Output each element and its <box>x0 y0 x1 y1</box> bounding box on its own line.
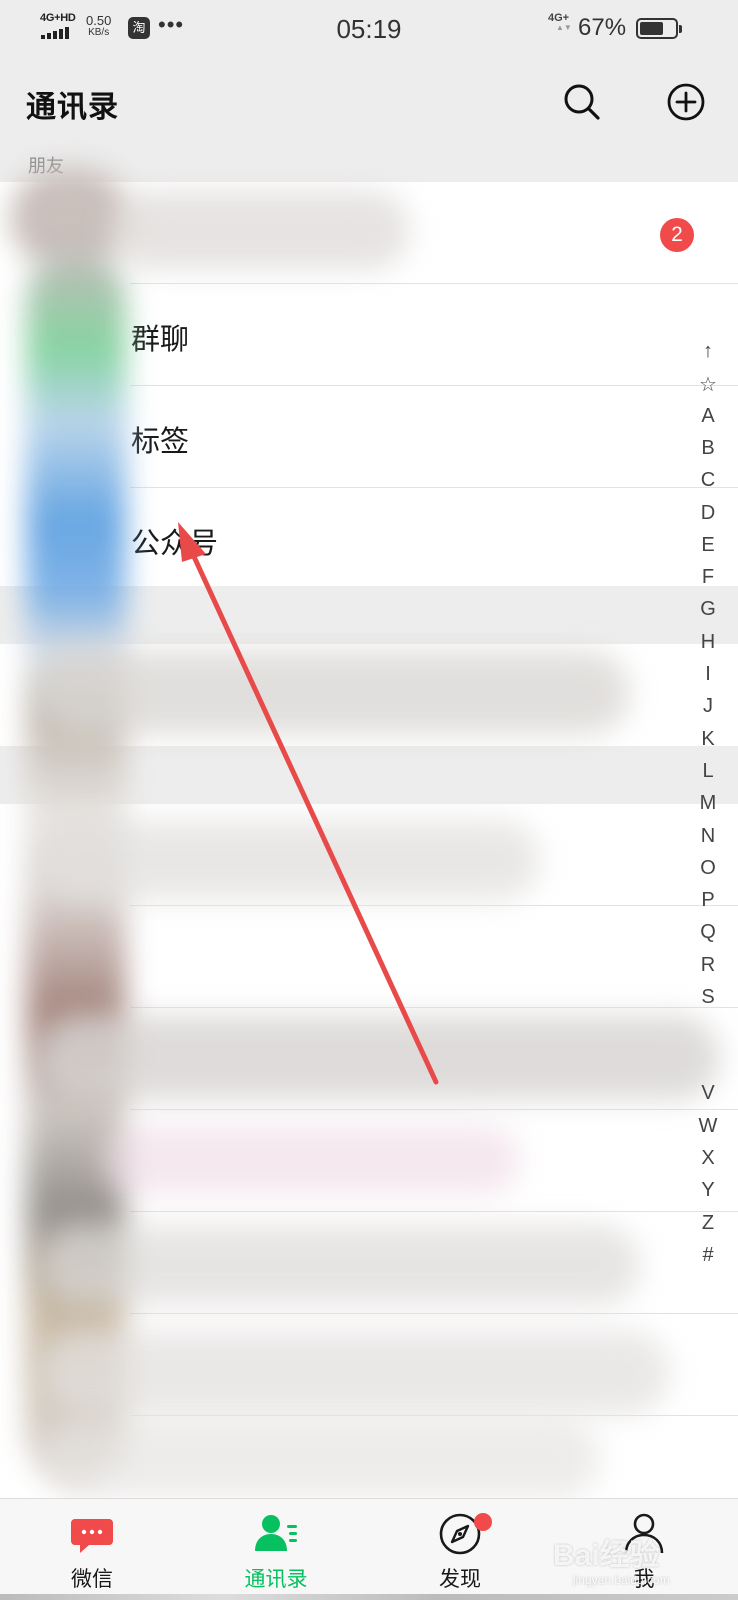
alphabet-index-letter[interactable]: V <box>688 1082 728 1112</box>
tab-label: 我 <box>633 1567 655 1591</box>
tags-label: 标签 <box>131 424 190 458</box>
contact-row[interactable] <box>0 1008 738 1110</box>
alphabet-index-letter[interactable]: A <box>688 405 728 435</box>
group-chats-label: 群聊 <box>131 322 190 356</box>
contact-row[interactable] <box>0 1212 738 1314</box>
bottom-edge <box>0 1594 738 1600</box>
alphabet-index-letter[interactable]: O <box>688 857 728 887</box>
search-button[interactable] <box>560 80 604 124</box>
contact-row[interactable] <box>0 906 738 1008</box>
alphabet-index-letter[interactable]: B <box>688 437 728 467</box>
alphabet-index-letter[interactable]: Z <box>688 1212 728 1242</box>
alphabet-index-letter[interactable]: G <box>688 598 728 628</box>
alphabet-index-letter[interactable]: W <box>688 1115 728 1145</box>
new-friends-row[interactable] <box>0 182 738 284</box>
alphabet-index-letter[interactable]: M <box>688 792 728 822</box>
chat-bubble-icon <box>71 1519 113 1553</box>
alphabet-index-letter[interactable]: Q <box>688 921 728 951</box>
alphabet-index-letter[interactable]: C <box>688 469 728 499</box>
tab-contacts[interactable]: 通讯录 <box>184 1499 368 1600</box>
list-section-gap <box>0 586 738 644</box>
alphabet-index-letter[interactable]: S <box>688 986 728 1016</box>
contact-row[interactable] <box>0 804 738 906</box>
contact-row[interactable] <box>0 1314 738 1416</box>
alphabet-index-letter[interactable]: X <box>688 1147 728 1177</box>
alphabet-index-letter[interactable]: K <box>688 728 728 758</box>
list-section-gap <box>0 746 738 804</box>
page-title: 通讯录 <box>26 90 119 125</box>
new-friends-badge: 2 <box>660 218 694 252</box>
contact-row[interactable] <box>0 644 738 746</box>
bottom-tab-bar: 微信 通讯录 发现 我 <box>0 1498 738 1600</box>
tags-row[interactable]: 标签 <box>0 386 738 488</box>
contact-row[interactable] <box>0 1110 738 1212</box>
alphabet-index-letter[interactable]: R <box>688 954 728 984</box>
tab-discover[interactable]: 发现 <box>368 1499 552 1600</box>
top-nav-bar: 通讯录 <box>0 58 738 148</box>
add-circle-icon <box>667 83 705 121</box>
alphabet-index-letter[interactable]: F <box>688 566 728 596</box>
alphabet-index-letter[interactable]: H <box>688 631 728 661</box>
alphabet-index-letter[interactable]: D <box>688 502 728 532</box>
group-chats-row[interactable]: 群聊 <box>0 284 738 386</box>
discover-unread-dot <box>474 1513 492 1531</box>
alphabet-index-letter[interactable]: P <box>688 889 728 919</box>
tab-chats[interactable]: 微信 <box>0 1499 184 1600</box>
search-icon <box>564 84 600 120</box>
official-accounts-label: 公众号 <box>131 526 219 560</box>
tab-label: 发现 <box>439 1567 481 1591</box>
status-bar: 4G+HD 0.50 KB/s 淘 ••• 05:19 4G+ ▲▼ 67% <box>0 0 738 58</box>
alphabet-index-letter[interactable]: E <box>688 534 728 564</box>
official-accounts-row[interactable]: 公众号 <box>0 488 738 590</box>
alphabet-index-letter[interactable]: N <box>688 825 728 855</box>
alphabet-index-letter[interactable]: L <box>688 760 728 790</box>
battery-icon <box>636 18 682 39</box>
add-button[interactable] <box>664 80 708 124</box>
tab-label: 通讯录 <box>244 1567 308 1591</box>
alphabet-index-letter[interactable]: # <box>688 1244 728 1274</box>
tab-label: 微信 <box>71 1567 113 1591</box>
alphabet-index-letter[interactable]: Y <box>688 1179 728 1209</box>
alphabet-index-letter[interactable]: ☆ <box>688 372 728 402</box>
contacts-icon <box>255 1515 297 1551</box>
alphabet-index-letter[interactable]: J <box>688 695 728 725</box>
tab-me[interactable]: 我 <box>552 1499 736 1600</box>
section-header: 朋友 <box>28 156 64 177</box>
status-time: 05:19 <box>336 14 402 44</box>
network-indicator: 4G+ ▲▼ <box>548 12 572 32</box>
alphabet-index-letter[interactable]: ↑ <box>688 340 728 370</box>
battery-percent: 67% <box>578 14 627 41</box>
person-icon <box>624 1513 664 1554</box>
alphabet-index-letter[interactable]: I <box>688 663 728 693</box>
